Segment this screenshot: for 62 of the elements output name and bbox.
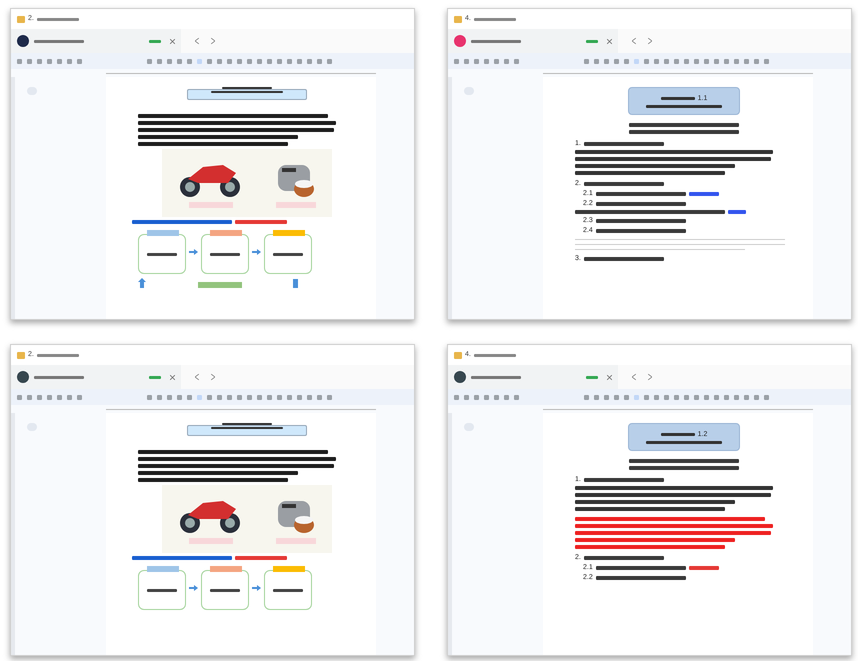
- illegible-text-line: [474, 18, 516, 20]
- illegible-text-line: [210, 252, 240, 256]
- caption-label: [188, 538, 233, 544]
- illegible-text-line: [149, 376, 161, 378]
- illegible-text-line: [660, 432, 695, 436]
- arrow-icon: [189, 249, 198, 255]
- browser-tab[interactable]: [11, 29, 181, 53]
- illegible-text-line: [222, 87, 272, 89]
- chevron-right-icon[interactable]: [211, 374, 215, 380]
- chevron-right-icon[interactable]: [211, 38, 215, 44]
- folder-icon: [454, 352, 462, 358]
- illegible-link-text[interactable]: [688, 566, 719, 570]
- caption-label: [188, 202, 233, 208]
- illegible-text-line: [147, 588, 177, 592]
- chevron-left-icon[interactable]: [195, 38, 199, 44]
- illegible-text-line: [273, 588, 303, 592]
- illegible-text-line: [211, 427, 283, 429]
- illegible-text-line: [147, 252, 177, 256]
- close-icon[interactable]: [170, 38, 175, 44]
- chevron-right-icon[interactable]: [648, 374, 652, 380]
- illegible-text-line: [471, 376, 521, 378]
- caption-label: [276, 538, 316, 544]
- illegible-link-text[interactable]: [688, 192, 719, 196]
- flow-box-label: [147, 230, 179, 236]
- flow-box-label: [273, 230, 305, 236]
- flow-box-label: [210, 230, 242, 236]
- illegible-text-line: [586, 40, 598, 42]
- illegible-text-line: [36, 18, 79, 20]
- illegible-text-line: [36, 354, 79, 356]
- close-icon[interactable]: [607, 374, 612, 380]
- up-arrow-icon: [138, 278, 146, 288]
- flow-box-label: [147, 566, 179, 572]
- flow-box-label: [210, 566, 242, 572]
- chevron-left-icon[interactable]: [632, 374, 636, 380]
- illegible-text-line: [34, 376, 84, 378]
- illegible-text-line: [34, 40, 84, 42]
- illegible-text-line: [471, 40, 521, 42]
- browser-tab[interactable]: [448, 365, 618, 389]
- connector-bar: [293, 279, 298, 288]
- illegible-text-line: [273, 252, 303, 256]
- chevron-left-icon[interactable]: [195, 374, 199, 380]
- chevron-left-icon[interactable]: [632, 38, 636, 44]
- illegible-text-line: [211, 91, 283, 93]
- arrow-icon: [252, 249, 261, 255]
- illegible-text-line: [210, 588, 240, 592]
- arrow-icon: [252, 585, 261, 591]
- arrow-icon: [189, 585, 198, 591]
- chevron-right-icon[interactable]: [648, 38, 652, 44]
- browser-tab[interactable]: [11, 365, 181, 389]
- illegible-text-line: [474, 354, 516, 356]
- close-icon[interactable]: [607, 38, 612, 44]
- folder-icon: [17, 352, 25, 358]
- illegible-text-line: [149, 40, 161, 42]
- illegible-text-line: [222, 423, 272, 425]
- folder-icon: [454, 16, 462, 22]
- flow-box-label: [198, 282, 242, 288]
- caption-label: [276, 202, 316, 208]
- close-icon[interactable]: [170, 374, 175, 380]
- flow-box-label: [273, 566, 305, 572]
- folder-icon: [17, 16, 25, 22]
- illegible-text-line: [660, 96, 695, 100]
- illegible-text-line: [586, 376, 598, 378]
